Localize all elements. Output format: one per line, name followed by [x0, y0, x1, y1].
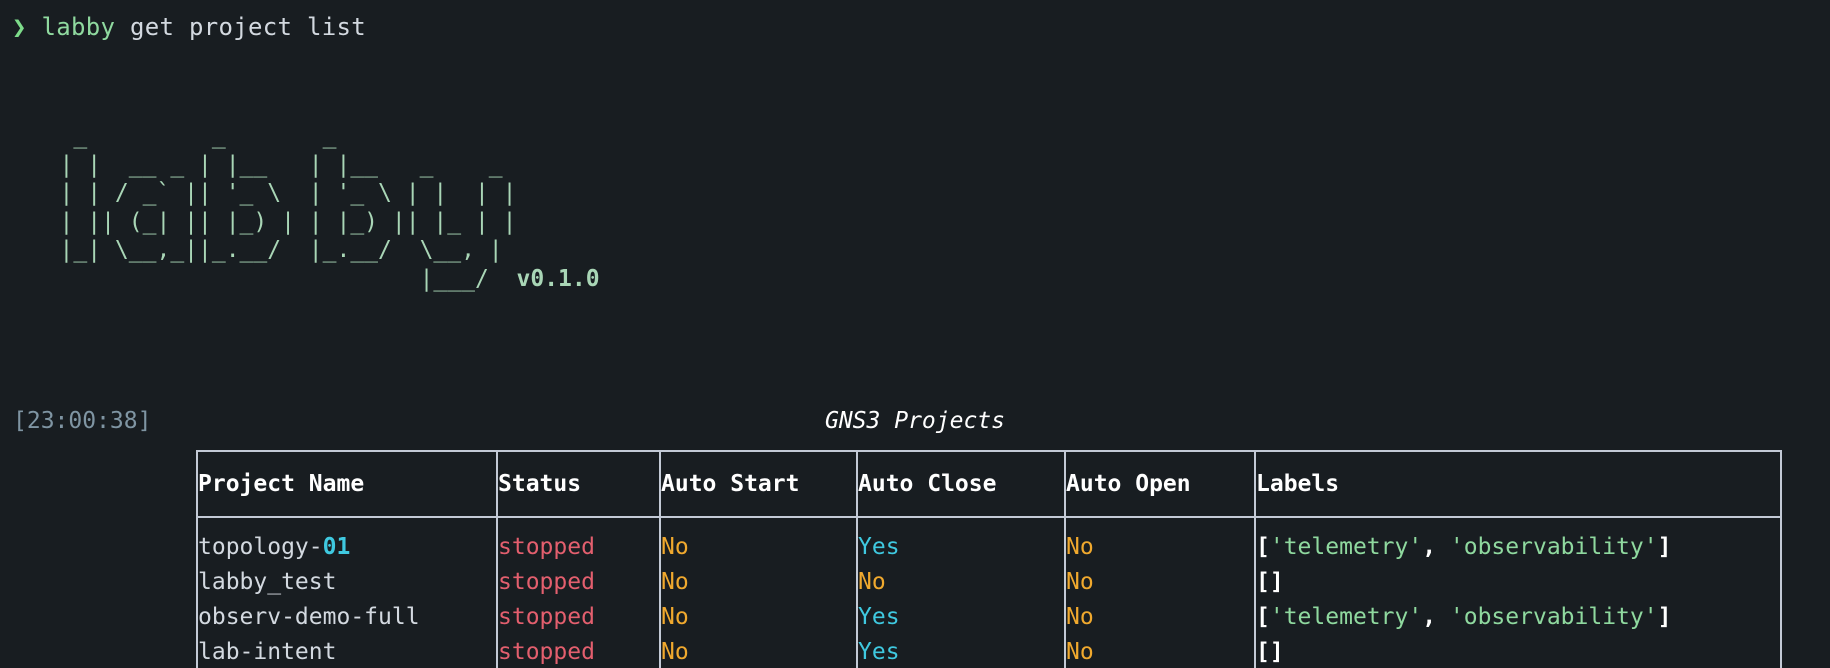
project-name-text: observ-demo-full: [198, 604, 420, 630]
cell-auto-open: No: [1065, 517, 1256, 565]
project-name-text: labby_test: [198, 569, 337, 595]
banner-ascii-art: _ _ _ | | __ _ | |__ | |__ _ _ | | / _` …: [59, 123, 517, 292]
auto-close-value: No: [858, 569, 886, 595]
cell-auto-close: No: [857, 565, 1066, 600]
projects-table-body: topology-01 stopped No Yes No ['telemetry', '…: [197, 517, 1781, 668]
table-row[interactable]: topology-01 stopped No Yes No ['telemetry', '…: [197, 517, 1781, 565]
table-row[interactable]: labby_test stopped No No No []: [197, 565, 1781, 600]
labels-value: 'observability': [1449, 604, 1658, 630]
auto-open-value: No: [1066, 639, 1094, 665]
cell-auto-close: Yes: [857, 600, 1066, 635]
auto-start-value: No: [661, 639, 689, 665]
column-header-auto-close[interactable]: Auto Close: [857, 451, 1066, 517]
cell-status: stopped: [497, 517, 661, 565]
projects-table: Project Name Status Auto Start Auto Clos…: [196, 450, 1782, 668]
cell-labels: []: [1255, 565, 1781, 600]
cell-auto-open: No: [1065, 600, 1256, 635]
auto-start-value: No: [661, 569, 689, 595]
projects-table-head: Project Name Status Auto Start Auto Clos…: [197, 451, 1781, 517]
log-header-line: [23:00:38] GNS3 Projects: [0, 405, 1830, 437]
labels-empty-brackets: []: [1256, 639, 1284, 665]
status-value: stopped: [498, 639, 595, 665]
cell-project-name[interactable]: observ-demo-full: [197, 600, 498, 635]
banner-version-label: v0.1.0: [489, 266, 600, 292]
table-header-row: Project Name Status Auto Start Auto Clos…: [197, 451, 1781, 517]
terminal-viewport: ❯ labby get project list _ _ _ | | __ _ …: [0, 0, 1830, 668]
cell-auto-start: No: [660, 600, 858, 635]
command-arguments: get project list: [115, 13, 366, 41]
auto-close-value: Yes: [858, 534, 900, 560]
cell-auto-start: No: [660, 565, 858, 600]
labby-ascii-banner: _ _ _ | | __ _ | |__ | |__ _ _ | | / _` …: [18, 122, 600, 293]
auto-open-value: No: [1066, 534, 1094, 560]
cell-project-name[interactable]: labby_test: [197, 565, 498, 600]
labels-punctuation: [: [1256, 534, 1270, 560]
labels-punctuation: [: [1256, 604, 1270, 630]
auto-open-value: No: [1066, 604, 1094, 630]
cell-auto-start: No: [660, 635, 858, 668]
cell-labels: ['telemetry', 'observability']: [1255, 517, 1781, 565]
column-header-auto-open[interactable]: Auto Open: [1065, 451, 1256, 517]
column-header-auto-start[interactable]: Auto Start: [660, 451, 858, 517]
cell-project-name[interactable]: topology-01: [197, 517, 498, 565]
labels-value: 'telemetry': [1269, 534, 1423, 560]
projects-table-container: Project Name Status Auto Start Auto Clos…: [196, 450, 1782, 668]
labels-value: 'telemetry': [1269, 604, 1423, 630]
table-row[interactable]: observ-demo-full stopped No Yes No ['telemetr…: [197, 600, 1781, 635]
column-header-labels[interactable]: Labels: [1255, 451, 1781, 517]
table-title: GNS3 Projects: [824, 408, 1005, 434]
status-value: stopped: [498, 569, 595, 595]
auto-open-value: No: [1066, 569, 1094, 595]
command-app-name: labby: [41, 13, 116, 41]
project-name-text: lab-intent: [198, 639, 337, 665]
labels-value: 'observability': [1449, 534, 1658, 560]
project-name-number: 01: [322, 534, 351, 560]
cell-status: stopped: [497, 635, 661, 668]
prompt-chevron-icon: ❯: [12, 13, 27, 41]
column-header-status[interactable]: Status: [497, 451, 661, 517]
terminal-window: ❯ labby get project list _ _ _ | | __ _ …: [0, 0, 1830, 668]
cell-status: stopped: [497, 565, 661, 600]
table-row[interactable]: lab-intent stopped No Yes No []: [197, 635, 1781, 668]
cell-auto-close: Yes: [857, 635, 1066, 668]
cell-project-name[interactable]: lab-intent: [197, 635, 498, 668]
labels-punctuation: ]: [1657, 604, 1672, 630]
labels-punctuation: ,: [1422, 534, 1450, 560]
auto-close-value: Yes: [858, 604, 900, 630]
auto-start-value: No: [661, 534, 689, 560]
cell-auto-start: No: [660, 517, 858, 565]
status-value: stopped: [498, 604, 595, 630]
labels-punctuation: ]: [1657, 534, 1672, 560]
cell-auto-open: No: [1065, 565, 1256, 600]
cell-labels: []: [1255, 635, 1781, 668]
column-header-project-name[interactable]: Project Name: [197, 451, 498, 517]
shell-prompt-line: ❯ labby get project list: [12, 10, 366, 44]
status-value: stopped: [498, 534, 595, 560]
cell-labels: ['telemetry', 'observability']: [1255, 600, 1781, 635]
project-name-text: topology-: [198, 534, 323, 560]
labels-punctuation: ,: [1422, 604, 1450, 630]
cell-auto-close: Yes: [857, 517, 1066, 565]
cell-status: stopped: [497, 600, 661, 635]
cell-auto-open: No: [1065, 635, 1256, 668]
auto-start-value: No: [661, 604, 689, 630]
labels-empty-brackets: []: [1256, 569, 1284, 595]
banner-version-value: v0.1.0: [516, 265, 600, 292]
auto-close-value: Yes: [858, 639, 900, 665]
